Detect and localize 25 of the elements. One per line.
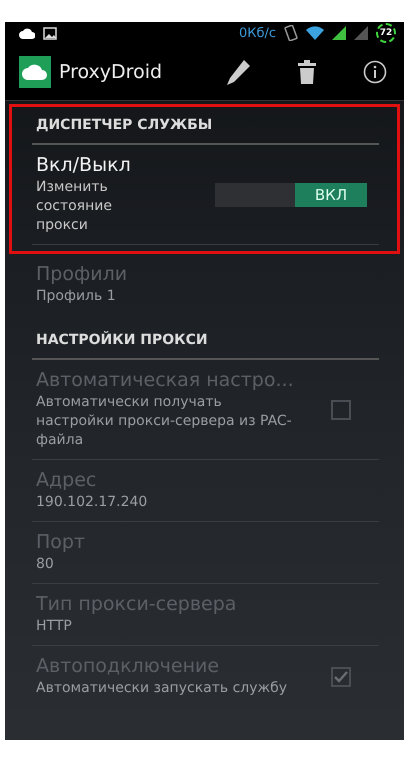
app-title: ProxyDroid — [59, 61, 164, 83]
setting-title: Вкл/Выкл — [36, 154, 132, 176]
vibrate-icon — [284, 25, 298, 41]
setting-title: Автоматическая настро... — [36, 369, 295, 391]
network-speed: 0Кб/с — [238, 26, 276, 40]
cloud-logo-icon — [19, 56, 51, 88]
image-icon — [43, 26, 57, 40]
setting-summary: Профиль 1 — [36, 287, 117, 306]
setting-summary: Автоматически получать настройки прокси-сервера из PAC-файла — [36, 393, 293, 450]
switch-thumb[interactable]: ВКЛ — [295, 182, 367, 206]
cloud-icon — [19, 28, 35, 38]
setting-summary: 80 — [36, 555, 55, 574]
setting-summary: HTTP — [36, 617, 73, 636]
signal-icon — [354, 26, 368, 40]
toggle-switch[interactable]: ВКЛ — [215, 182, 367, 206]
setting-title: Профили — [36, 263, 128, 285]
signal-icon — [332, 26, 346, 40]
setting-title: Адрес — [36, 469, 98, 491]
wifi-icon — [306, 26, 324, 40]
setting-summary: Изменить состояние прокси — [36, 178, 113, 235]
section-header: ДИСПЕТЧЕР СЛУЖБЫ — [32, 107, 379, 145]
section-header: НАСТРОЙКИ ПРОКСИ — [32, 322, 379, 360]
setting-title: Порт — [36, 531, 86, 553]
setting-summary: Автоматически запускать службу — [36, 679, 288, 698]
setting-summary: 190.102.17.240 — [36, 493, 148, 512]
